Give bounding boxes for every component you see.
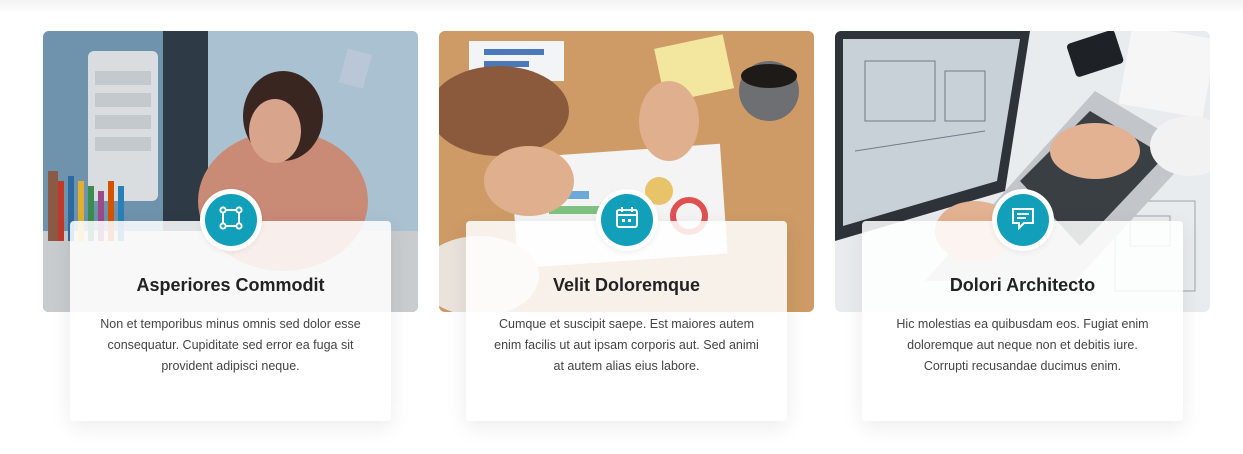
service-card-1[interactable]: Asperiores Commodit Non et temporibus mi… [43, 31, 418, 431]
card-panel: Dolori Architecto Hic molestias ea quibu… [862, 189, 1183, 421]
card-description: Cumque et suscipit saepe. Est maiores au… [494, 317, 759, 373]
icon-badge [992, 189, 1054, 251]
card-description: Non et temporibus minus omnis sed dolor … [100, 317, 361, 373]
card-panel: Velit Doloremque Cumque et suscipit saep… [466, 189, 787, 421]
icon-badge [200, 189, 262, 251]
card-title[interactable]: Dolori Architecto [862, 275, 1183, 296]
service-card-3[interactable]: Dolori Architecto Hic molestias ea quibu… [835, 31, 1210, 431]
icon-badge [596, 189, 658, 251]
card-title[interactable]: Velit Doloremque [466, 275, 787, 296]
calendar-icon [614, 205, 640, 236]
bounding-box-icon [218, 205, 244, 236]
card-description: Hic molestias ea quibusdam eos. Fugiat e… [896, 317, 1149, 373]
top-shadow [0, 0, 1243, 14]
card-title[interactable]: Asperiores Commodit [70, 275, 391, 296]
chat-icon [1010, 205, 1036, 236]
service-card-2[interactable]: Velit Doloremque Cumque et suscipit saep… [439, 31, 814, 431]
card-panel: Asperiores Commodit Non et temporibus mi… [70, 189, 391, 421]
